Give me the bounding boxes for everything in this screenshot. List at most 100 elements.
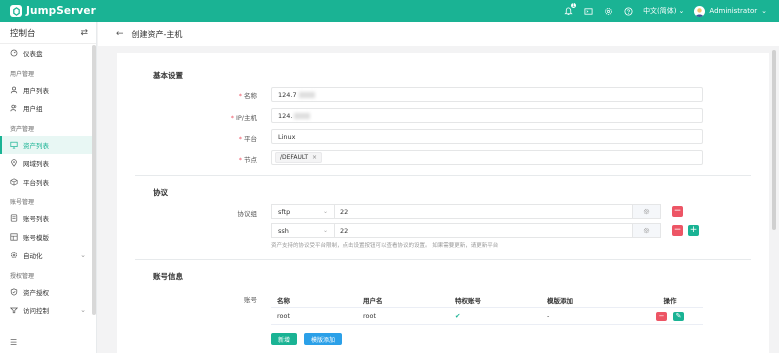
table-header: 名称 用户名 特权账号 模版添加 操作 — [271, 292, 703, 308]
page-title: 创建资产-主机 — [131, 29, 183, 39]
chevron-down-icon: ⌄ — [761, 7, 767, 15]
sidebar-item-label: 网域列表 — [23, 160, 49, 169]
sidebar-item[interactable]: 用户组 — [0, 99, 96, 118]
ip-host-label: * IP/主机 — [230, 114, 257, 122]
gear-icon — [643, 208, 650, 215]
sidebar-item[interactable]: 用户列表 — [0, 81, 96, 100]
username: Administrator — [709, 7, 758, 15]
column-header: 模版添加 — [547, 296, 573, 305]
page-scrollbar[interactable] — [772, 50, 776, 230]
remove-protocol-button[interactable]: − — [672, 225, 683, 236]
sidebar-item-label: 自动化 — [23, 252, 43, 261]
sidebar-group-label: 账号管理 — [10, 199, 35, 206]
user-icon — [10, 86, 18, 94]
tag-close-icon[interactable]: × — [312, 154, 317, 161]
protocol-select[interactable]: ssh ⌄ — [271, 223, 335, 238]
dashboard-icon — [10, 49, 18, 57]
back-arrow-icon[interactable]: ← — [116, 29, 124, 39]
user-menu[interactable]: Administrator ⌄ — [694, 5, 767, 17]
protocol-select[interactable]: sftp ⌄ — [271, 204, 335, 219]
chevron-down-icon: ⌄ — [80, 251, 86, 260]
ip-host-input[interactable]: 124. — [271, 108, 703, 123]
collapse-menu-icon[interactable]: ☰ — [10, 338, 17, 347]
sidebar-item[interactable]: 仪表盘 — [0, 44, 96, 63]
sidebar-item[interactable]: 账号模版 — [0, 228, 96, 247]
sidebar-item-label: 用户组 — [23, 105, 43, 114]
chevron-down-icon: ⌄ — [322, 227, 328, 234]
sidebar-scrollbar[interactable] — [92, 45, 96, 315]
sidebar-item-label: 资产授权 — [23, 288, 49, 297]
node-label: * 节点 — [238, 156, 257, 164]
account-label: 账号 — [244, 296, 257, 304]
section-protocol-title: 协议 — [153, 188, 168, 197]
edit-account-button[interactable]: ✎ — [673, 311, 684, 321]
access-control-icon — [10, 306, 18, 314]
account-table: 名称 用户名 特权账号 模版添加 操作 root root ✔ - − ✎ — [271, 292, 703, 325]
name-input[interactable]: 124.7 — [271, 87, 703, 102]
sidebar-item[interactable]: 资产授权 — [0, 283, 96, 302]
node-tag: /DEFAULT × — [275, 152, 323, 163]
chevron-down-icon: ⌄ — [80, 306, 86, 315]
sidebar-item[interactable]: 访问控制 ⌄ — [0, 301, 96, 320]
sidebar-item-label: 平台列表 — [23, 178, 49, 187]
bell-icon[interactable]: 1 — [563, 2, 578, 16]
language-label: 中文(简体) — [643, 7, 677, 15]
template-icon — [10, 233, 18, 241]
logo[interactable]: JumpServer — [0, 5, 100, 17]
remove-protocol-button[interactable]: − — [672, 206, 683, 217]
name-label: * 名称 — [238, 92, 257, 100]
shield-check-icon — [10, 288, 18, 296]
template-add-button[interactable]: 模版添加 — [304, 333, 342, 345]
divider — [135, 259, 751, 260]
jumpserver-logo-icon — [10, 5, 22, 17]
protocol-settings-button[interactable] — [633, 223, 661, 238]
language-switcher[interactable]: 中文(简体) ⌄ — [643, 6, 684, 16]
user-group-icon — [10, 104, 18, 112]
sidebar-item[interactable]: 自动化 ⌄ — [0, 246, 96, 265]
switch-view-icon[interactable]: ⇄ — [80, 28, 88, 38]
app-name: JumpServer — [26, 5, 96, 17]
divider — [135, 175, 751, 176]
sidebar-item-label: 仪表盘 — [23, 50, 43, 59]
platform-select[interactable]: Linux — [271, 129, 703, 144]
sidebar-item[interactable]: 网域列表 — [0, 154, 96, 173]
section-account-title: 账号信息 — [153, 272, 183, 281]
sidebar-item-label: 资产列表 — [23, 141, 49, 150]
automation-icon — [10, 251, 18, 259]
asset-form-card: 基本设置 * 名称 124.7 * IP/主机 124. * 平台 Linux * 节点… — [117, 53, 769, 353]
top-navbar: JumpServer 1 中文(简体) ⌄ Administrator ⌄ — [0, 0, 779, 22]
section-basic-title: 基本设置 — [153, 71, 183, 80]
add-account-button[interactable]: 新增 — [271, 333, 297, 345]
terminal-icon[interactable] — [583, 6, 593, 16]
column-header: 名称 — [277, 296, 290, 305]
account-name-cell: root — [277, 312, 291, 320]
sidebar-header: 控制台 ⇄ — [0, 22, 96, 44]
key-icon — [10, 214, 18, 222]
sidebar-group-label: 授权管理 — [10, 272, 35, 280]
cube-icon — [10, 178, 18, 186]
sidebar-menu: 仪表盘用户管理用户列表用户组资产管理资产列表网域列表平台列表账号管理账号列表账号… — [0, 44, 96, 320]
avatar — [694, 5, 706, 17]
sidebar-item[interactable]: 资产列表 — [0, 135, 96, 154]
help-icon[interactable] — [623, 6, 633, 16]
column-header: 操作 — [663, 296, 677, 305]
sidebar-group-label: 用户管理 — [10, 70, 35, 78]
sidebar-item-label: 用户列表 — [23, 86, 49, 95]
delete-account-button[interactable]: − — [656, 311, 667, 321]
table-row: root root ✔ - − ✎ — [271, 308, 703, 325]
notification-badge: 1 — [570, 2, 578, 9]
protocol-settings-button[interactable] — [633, 204, 661, 219]
sidebar-item[interactable]: 账号列表 — [0, 209, 96, 228]
node-select[interactable]: /DEFAULT × — [271, 150, 703, 165]
sidebar-item[interactable]: 平台列表 — [0, 173, 96, 192]
column-header: 用户名 — [363, 296, 383, 305]
sidebar-item-label: 账号列表 — [23, 215, 49, 224]
sidebar-group-label: 资产管理 — [10, 125, 35, 133]
settings-gear-icon[interactable] — [603, 6, 613, 16]
page-header: ← 创建资产-主机 — [98, 22, 779, 46]
port-input[interactable]: 22 — [335, 204, 633, 219]
location-icon — [10, 159, 18, 168]
row-actions: − ✎ — [637, 311, 703, 321]
port-input[interactable]: 22 — [335, 223, 633, 238]
add-protocol-button[interactable]: + — [688, 225, 699, 236]
